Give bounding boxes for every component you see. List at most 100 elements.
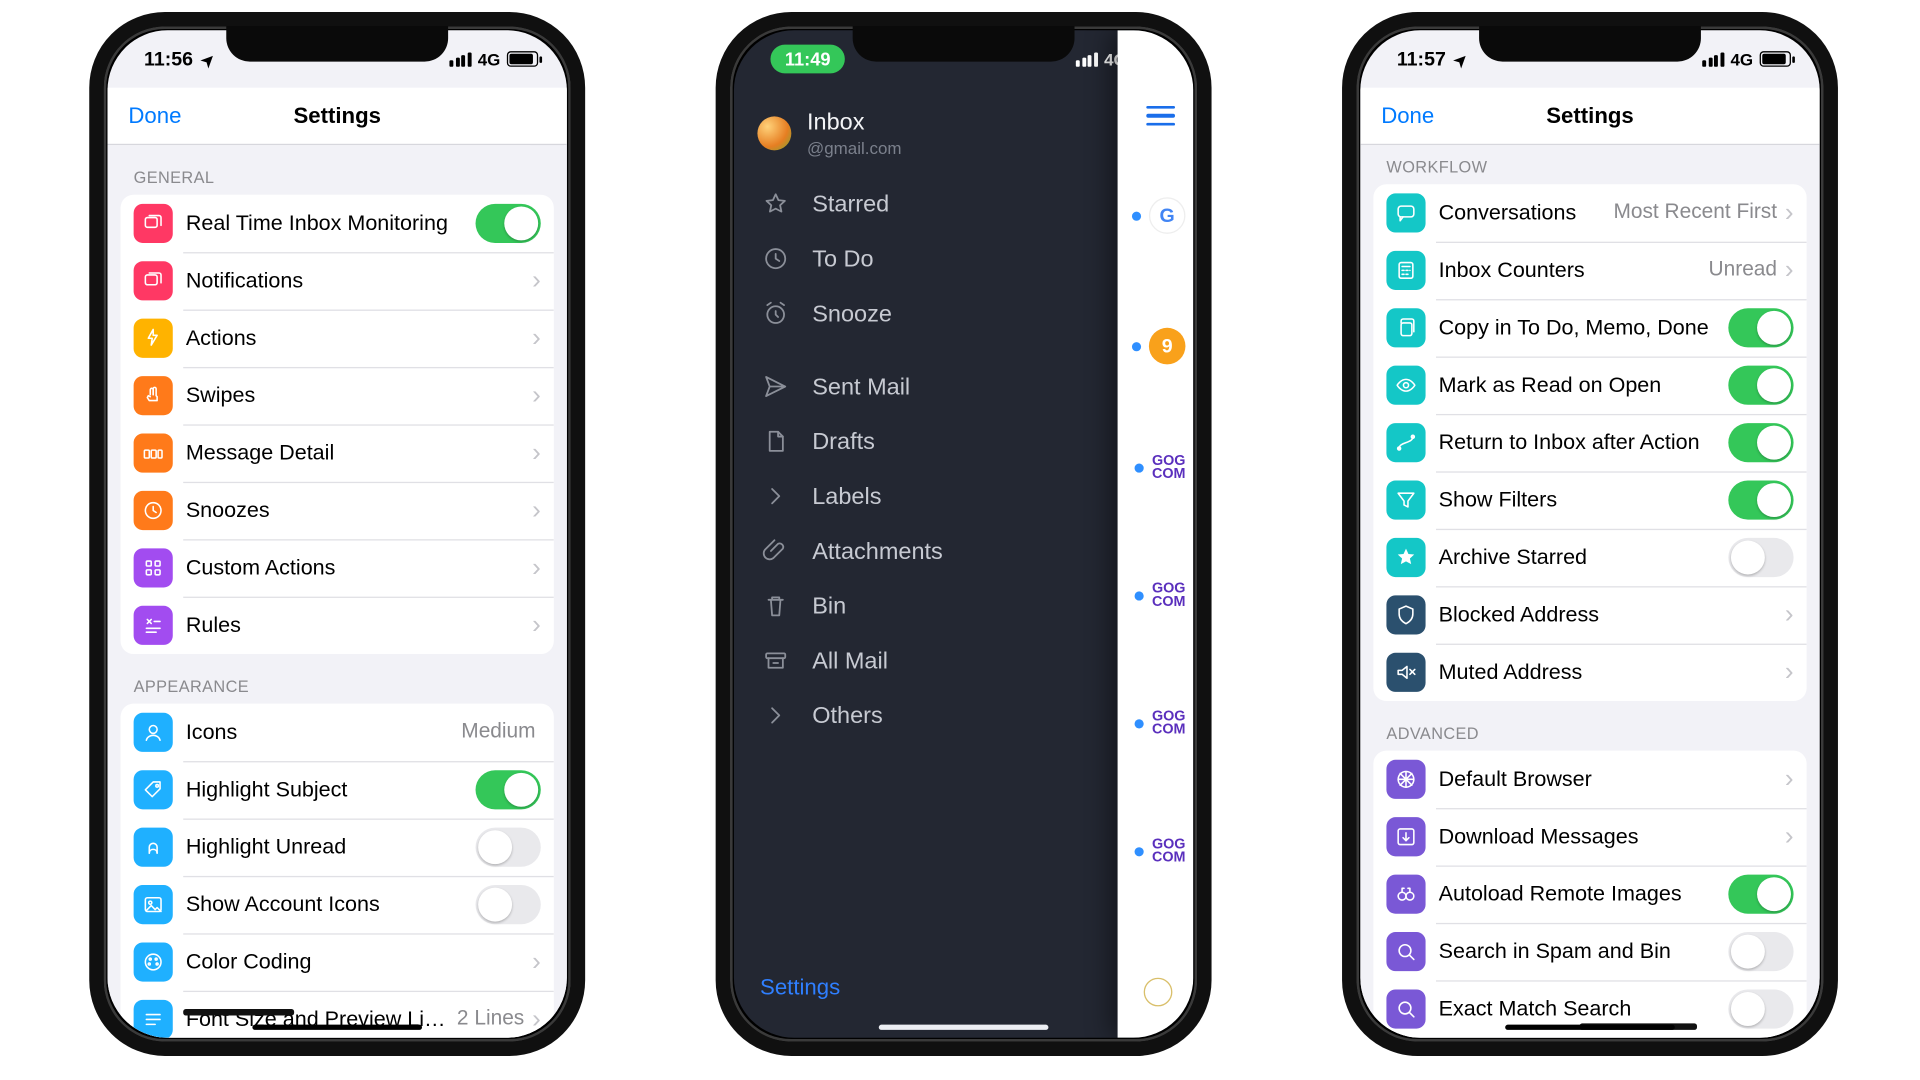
toggle[interactable] (476, 204, 541, 243)
settings-row[interactable]: Show Account Icons (121, 876, 554, 933)
row-label: Blocked Address (1439, 603, 1783, 628)
sidebar-settings-link[interactable]: Settings (760, 975, 840, 1001)
settings-scroll[interactable]: GENERAL Real Time Inbox Monitoring Notif… (108, 145, 567, 1038)
toggle[interactable] (1728, 875, 1793, 914)
copy-icon (1386, 308, 1425, 347)
screen: 11:49 4G Inbox @gmail.com StarredTo DoSn… (734, 30, 1193, 1037)
theme-sun-icon[interactable] (1144, 978, 1173, 1007)
row-label: Copy in To Do, Memo, Done (1439, 315, 1729, 340)
chevron-icon (532, 553, 541, 583)
done-button[interactable]: Done (128, 103, 181, 129)
toggle[interactable] (1728, 423, 1793, 462)
unread-dot (1135, 848, 1144, 857)
clock-icon (134, 491, 173, 530)
row-label: Message Detail (186, 441, 530, 466)
settings-row[interactable]: Copy in To Do, Memo, Done (1373, 299, 1806, 356)
settings-row[interactable]: Show Filters (1373, 471, 1806, 528)
settings-row[interactable]: Rules (121, 597, 554, 654)
inbox-peek-item[interactable]: GOGCOM (1135, 711, 1185, 737)
tag-icon (134, 770, 173, 809)
chevron-icon (532, 610, 541, 640)
settings-row[interactable]: Return to Inbox after Action (1373, 414, 1806, 471)
toggle[interactable] (476, 770, 541, 809)
toggle[interactable] (1728, 366, 1793, 405)
settings-row[interactable]: Mark as Read on Open (1373, 357, 1806, 414)
chevron-icon (532, 323, 541, 353)
settings-row[interactable]: Message Detail (121, 424, 554, 481)
toggle[interactable] (1728, 989, 1793, 1028)
chevron-icon (1785, 600, 1794, 630)
chevron-icon (532, 947, 541, 977)
settings-row[interactable]: Color Coding (121, 933, 554, 990)
home-indicator[interactable] (879, 1025, 1049, 1030)
settings-row[interactable]: Actions (121, 310, 554, 367)
toggle[interactable] (476, 885, 541, 924)
settings-row[interactable]: Download Messages (1373, 808, 1806, 865)
settings-row[interactable]: Real Time Inbox Monitoring (121, 195, 554, 252)
settings-row[interactable]: Custom Actions (121, 539, 554, 596)
settings-row[interactable]: Archive Starred (1373, 529, 1806, 586)
chevron-icon (1785, 822, 1794, 852)
section-header-general: GENERAL (108, 145, 567, 195)
settings-scroll[interactable]: WORKFLOW Conversations Most Recent First… (1360, 145, 1819, 1038)
account-name: Inbox (807, 109, 902, 136)
home-indicator[interactable] (1505, 1025, 1675, 1030)
row-label: Mark as Read on Open (1439, 373, 1729, 398)
toggle[interactable] (476, 828, 541, 867)
settings-row[interactable]: Highlight Unread (121, 818, 554, 875)
settings-row[interactable]: Search in Spam and Bin (1373, 923, 1806, 980)
settings-row[interactable]: Muted Address (1373, 644, 1806, 701)
unread-dot (1135, 720, 1144, 729)
inbox-peek-item[interactable]: GOGCOM (1135, 839, 1185, 865)
screen: 11:57 4G Done Settings WORKFLOW Conversa… (1360, 30, 1819, 1037)
settings-row[interactable]: Conversations Most Recent First (1373, 184, 1806, 241)
settings-row[interactable]: Highlight Subject (121, 761, 554, 818)
signal-icon (1076, 52, 1098, 66)
home-indicator[interactable] (252, 1025, 422, 1030)
toggle[interactable] (1728, 932, 1793, 971)
row-label: Notifications (186, 268, 530, 293)
unread-dot (1132, 342, 1141, 351)
avatar[interactable] (757, 116, 791, 150)
account-email: @gmail.com (807, 139, 902, 159)
clock-icon (760, 244, 791, 273)
gog-logo: GOGCOM (1152, 711, 1186, 737)
settings-row[interactable]: Swipes (121, 367, 554, 424)
settings-row[interactable]: Blocked Address (1373, 586, 1806, 643)
row-value: Medium (461, 721, 535, 744)
inbox-peek-item[interactable]: GOGCOM (1135, 584, 1185, 610)
toggle[interactable] (1728, 480, 1793, 519)
gog-logo: GOGCOM (1152, 839, 1186, 865)
settings-row[interactable]: Snoozes (121, 482, 554, 539)
section-header-advanced: ADVANCED (1360, 701, 1819, 751)
navbar: Done Settings (108, 88, 567, 145)
stack-icon (134, 204, 173, 243)
row-label: Autoload Remote Images (1439, 882, 1729, 907)
inbox-peek-item[interactable]: G (1132, 197, 1186, 234)
status-time-pill[interactable]: 11:49 (770, 45, 844, 74)
settings-row[interactable]: Default Browser (1373, 751, 1806, 808)
inbox-peek-item[interactable]: GOGCOM (1135, 456, 1185, 482)
settings-row[interactable]: Autoload Remote Images (1373, 865, 1806, 922)
settings-row[interactable]: Notifications (121, 252, 554, 309)
battery-icon (1760, 51, 1791, 67)
toggle[interactable] (1728, 308, 1793, 347)
inbox-peek[interactable]: G 9 GOGCOM GOGCOM GOGCOM GOGCOM (1118, 30, 1194, 1037)
chevr-icon (760, 482, 791, 511)
settings-row[interactable]: Inbox Counters Unread (1373, 242, 1806, 299)
settings-row[interactable]: Icons Medium (121, 704, 554, 761)
done-button[interactable]: Done (1381, 103, 1434, 129)
search-icon (1386, 932, 1425, 971)
row-label: Icons (186, 720, 461, 745)
row-label: Swipes (186, 383, 530, 408)
status-time: 11:57 (1397, 48, 1446, 70)
navbar: Done Settings (1360, 88, 1819, 145)
menu-icon[interactable] (1146, 101, 1175, 131)
row-label: Show Filters (1439, 488, 1729, 513)
row-label: Search in Spam and Bin (1439, 939, 1729, 964)
shield-icon (1386, 595, 1425, 634)
inbox-peek-item[interactable]: 9 (1132, 328, 1186, 365)
rule-icon (134, 606, 173, 645)
row-value: Most Recent First (1613, 201, 1777, 224)
toggle[interactable] (1728, 538, 1793, 577)
